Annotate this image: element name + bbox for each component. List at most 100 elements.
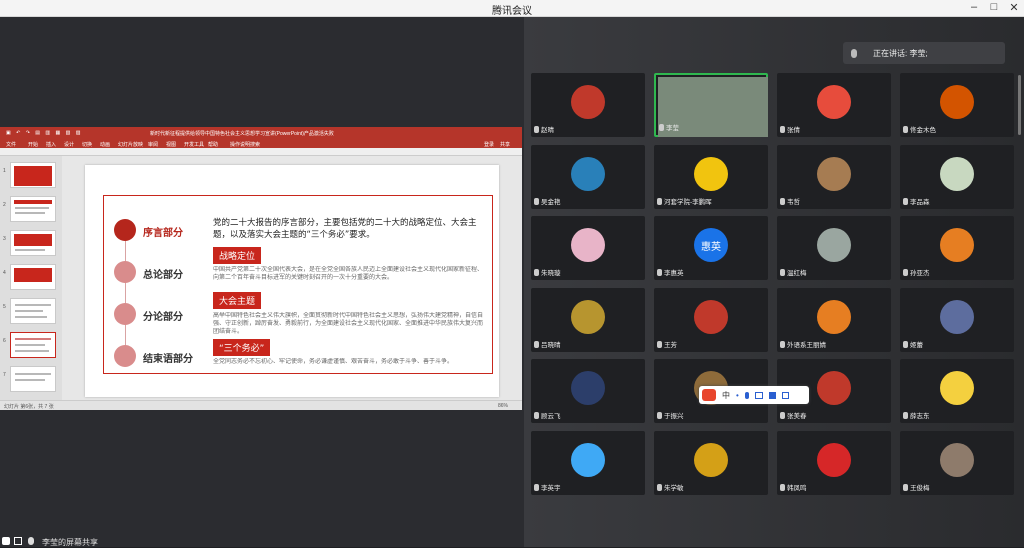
participant-name: 张倩: [787, 127, 800, 134]
participant-avatar: [694, 443, 728, 477]
menu-home[interactable]: 开始: [28, 141, 38, 148]
ppt-menu-bar: 文件 开始 插入 设计 切换 动画 幻灯片放映 审阅 视图 开发工具 帮助 操作…: [0, 139, 522, 148]
mic-icon: [657, 340, 662, 348]
participant-name: 孙亚杰: [910, 270, 930, 277]
toolbox-icon[interactable]: [781, 391, 789, 399]
menu-help[interactable]: 帮助: [208, 141, 218, 148]
slide-thumbnail[interactable]: [10, 162, 56, 188]
voice-icon[interactable]: [744, 391, 749, 399]
participant-tile[interactable]: 李英宇: [531, 431, 645, 495]
menu-file[interactable]: 文件: [6, 141, 16, 148]
participant-name-row: 于振兴: [657, 410, 684, 420]
participant-tile[interactable]: 韦哲: [777, 145, 891, 209]
participant-avatar: [817, 443, 851, 477]
participant-name: 王俊梅: [910, 485, 930, 492]
participant-name: 李莹: [666, 125, 679, 132]
menu-transition[interactable]: 切换: [82, 141, 92, 148]
participant-name: 温红梅: [787, 270, 807, 277]
participant-tile[interactable]: 李品森: [900, 145, 1014, 209]
participant-name-row: 孙亚杰: [903, 267, 930, 277]
participant-avatar: [571, 443, 605, 477]
participant-tile[interactable]: 朱学敏: [654, 431, 768, 495]
participant-tile[interactable]: 吴金艳: [531, 145, 645, 209]
slide-thumbnail[interactable]: [10, 230, 56, 256]
participant-name: 姬蕾: [910, 342, 923, 349]
menu-view[interactable]: 视图: [166, 141, 176, 148]
participant-tile[interactable]: 赵晴: [531, 73, 645, 137]
ime-mode[interactable]: 中: [722, 390, 730, 401]
participant-avatar: [571, 300, 605, 334]
participant-tile[interactable]: 外语系王丽婧: [777, 288, 891, 352]
participant-name: 薛志东: [910, 413, 930, 420]
slide-thumbnail[interactable]: [10, 366, 56, 392]
participant-name: 河套学院-李鹏晖: [664, 199, 712, 206]
maximize-icon[interactable]: □: [984, 1, 1004, 13]
participant-tile[interactable]: 孙亚杰: [900, 216, 1014, 280]
participant-name: 朱晓璇: [541, 270, 561, 277]
participant-avatar: [694, 300, 728, 334]
participant-tile[interactable]: 河套学院-李鹏晖: [654, 145, 768, 209]
minimize-icon[interactable]: –: [964, 1, 984, 13]
close-icon[interactable]: ✕: [1004, 1, 1024, 14]
participant-tile[interactable]: 韩凤鸣: [777, 431, 891, 495]
zoom-level[interactable]: 86%: [498, 403, 508, 409]
screen-icon: [14, 537, 22, 545]
participant-avatar: [817, 371, 851, 405]
menu-insert[interactable]: 插入: [46, 141, 56, 148]
ppt-filename: 新时代新征程提供给领导中国特色社会主义思想学习宣讲(PowerPoint)产品激…: [150, 131, 334, 137]
quick-access-icons[interactable]: ▣ ↶ ↷ ▤ ▥ ▦ ▧ ▨: [6, 130, 82, 136]
menu-search[interactable]: 操作说明搜索: [230, 141, 260, 148]
participant-tile[interactable]: 薛志东: [900, 359, 1014, 423]
slide-thumbnail[interactable]: [10, 196, 56, 222]
mic-icon: [780, 125, 785, 133]
tag-heading: 战略定位: [213, 247, 262, 264]
scrollbar[interactable]: [1018, 75, 1021, 135]
punctuation-icon[interactable]: •: [736, 391, 739, 400]
menu-design[interactable]: 设计: [64, 141, 74, 148]
share-link[interactable]: 共享: [500, 141, 510, 148]
tag-heading: 大会主题: [213, 292, 262, 309]
slide-intro-text: 党的二十大报告的序言部分，主要包括党的二十大的战略定位、大会主题，以及落实大会主…: [213, 218, 477, 240]
thumb-number: 7: [3, 372, 6, 378]
participant-tile[interactable]: 张倩: [777, 73, 891, 137]
thumb-number: 2: [3, 202, 6, 208]
mic-icon: [903, 340, 908, 348]
keyboard-icon[interactable]: [754, 391, 763, 399]
section-label: 序言部分: [143, 228, 183, 239]
login-link[interactable]: 登录: [484, 141, 494, 148]
slide-paragraph: 全党同志务必不忘初心、牢记使命，务必谦虚谨慎、艰苦奋斗，务必敢于斗争、善于斗争。: [213, 358, 454, 365]
mic-icon: [534, 483, 539, 491]
mic-icon: [657, 197, 662, 205]
participant-avatar: [817, 228, 851, 262]
participant-tile[interactable]: 姬蕾: [900, 288, 1014, 352]
participant-tile[interactable]: 李莹: [654, 73, 768, 137]
slide-thumbnail[interactable]: [10, 298, 56, 324]
menu-review[interactable]: 审阅: [148, 141, 158, 148]
mic-icon: [851, 49, 857, 58]
participant-avatar: [817, 157, 851, 191]
skin-icon[interactable]: [768, 391, 776, 399]
mic-icon: [534, 411, 539, 419]
participant-tile[interactable]: 吕晓晴: [531, 288, 645, 352]
participant-tile[interactable]: 惠英 李惠英: [654, 216, 768, 280]
participant-name: 赵晴: [541, 127, 554, 134]
ime-toolbar[interactable]: 中 •: [699, 386, 809, 404]
participant-tile[interactable]: 王俊梅: [900, 431, 1014, 495]
current-slide: 序言部分 总论部分 分论部分 结束语部分 党的二十大报告的序言部分，主要包括党的…: [85, 165, 499, 397]
participant-tile[interactable]: 朱晓璇: [531, 216, 645, 280]
slide-thumbnail[interactable]: [10, 264, 56, 290]
participant-tile[interactable]: 温红梅: [777, 216, 891, 280]
ppt-status-bar: 幻灯片 第6张，共 7 张 86%: [0, 400, 522, 410]
participant-tile[interactable]: 佟金木色: [900, 73, 1014, 137]
menu-developer[interactable]: 开发工具: [184, 141, 204, 148]
participant-name-row: 韦哲: [780, 196, 800, 206]
mic-icon: [903, 268, 908, 276]
menu-animation[interactable]: 动画: [100, 141, 110, 148]
participant-name: 吴金艳: [541, 199, 561, 206]
participant-avatar: [940, 157, 974, 191]
participant-tile[interactable]: 顾云飞: [531, 359, 645, 423]
participant-tile[interactable]: 王芳: [654, 288, 768, 352]
participant-name-row: 李英宇: [534, 482, 561, 492]
menu-slideshow[interactable]: 幻灯片放映: [118, 141, 143, 148]
slide-thumbnail-selected[interactable]: [10, 332, 56, 358]
